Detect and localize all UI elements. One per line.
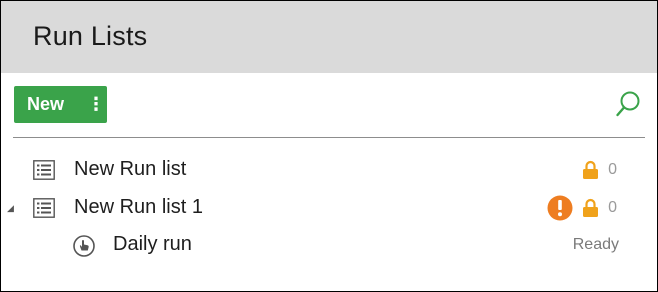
tree-row-run-list[interactable]: New Run list 0 <box>1 152 657 188</box>
toolbar: New ⋮ <box>1 73 657 137</box>
new-button-group: New ⋮ <box>14 86 107 123</box>
collapse-arrow-icon[interactable]: ◢ <box>7 203 14 214</box>
hand-pointer-icon <box>73 235 95 257</box>
new-button[interactable]: New <box>14 94 85 115</box>
panel-header: Run Lists <box>1 1 657 73</box>
lock-icon <box>583 198 598 217</box>
run-status: Ready <box>572 236 619 253</box>
tree-row-run-list[interactable]: ◢ New Run list 1 0 <box>1 190 657 226</box>
toolbar-divider <box>13 137 645 138</box>
run-lists-panel: Run Lists New ⋮ New Run list 0 ◢ New Run… <box>0 0 658 292</box>
page-title: Run Lists <box>33 21 148 51</box>
run-list-name: New Run list 1 <box>74 196 203 218</box>
lock-count: 0 <box>608 161 617 178</box>
search-icon[interactable] <box>615 90 641 118</box>
list-icon <box>33 198 55 218</box>
run-name: Daily run <box>113 233 192 255</box>
more-options-icon[interactable]: ⋮ <box>85 86 107 123</box>
lock-icon <box>583 160 598 179</box>
list-icon <box>33 160 55 180</box>
tree-row-run[interactable]: Daily run Ready <box>1 227 657 263</box>
run-list-name: New Run list <box>74 158 187 180</box>
warning-icon[interactable] <box>547 195 573 221</box>
lock-count: 0 <box>608 199 617 216</box>
